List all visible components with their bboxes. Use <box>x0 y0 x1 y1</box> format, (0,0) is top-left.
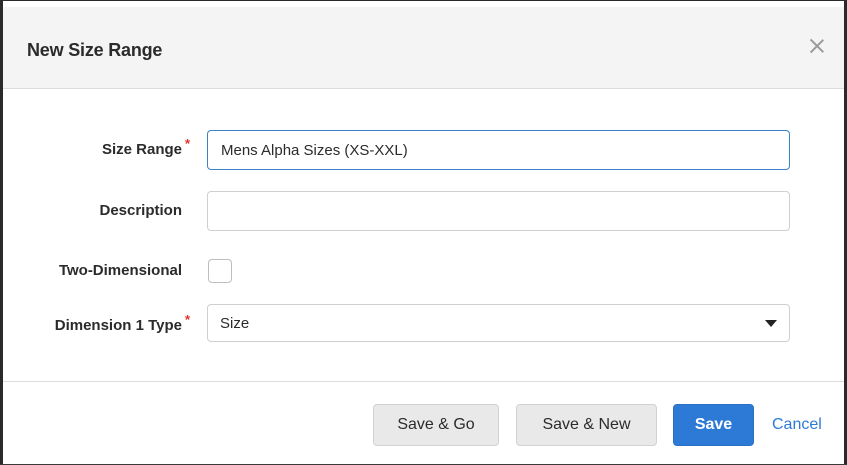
required-marker: * <box>184 312 190 327</box>
two-dimensional-checkbox[interactable] <box>208 259 232 283</box>
required-marker: * <box>184 136 190 151</box>
new-size-range-dialog: New Size Range Size Range * Description … <box>0 0 847 464</box>
dimension-1-type-row: Dimension 1 Type * Size <box>3 304 844 344</box>
size-range-label: Size Range <box>101 141 182 158</box>
dialog-title: New Size Range <box>27 40 163 60</box>
dimension-1-type-value: Size <box>220 315 250 332</box>
dialog-header: New Size Range <box>3 7 844 89</box>
save-button[interactable]: Save <box>673 404 754 446</box>
description-label: Description <box>99 202 182 219</box>
two-dimensional-label: Two-Dimensional <box>58 262 182 279</box>
close-icon[interactable] <box>808 37 826 55</box>
dialog-footer: Save & Go Save & New Save Cancel <box>3 381 844 465</box>
description-row: Description <box>3 191 844 231</box>
size-range-row: Size Range * <box>3 130 844 170</box>
cancel-link[interactable]: Cancel <box>772 416 822 434</box>
two-dimensional-row: Two-Dimensional <box>3 251 844 291</box>
caret-down-icon <box>765 320 777 327</box>
save-and-new-button[interactable]: Save & New <box>516 404 657 446</box>
size-range-input[interactable] <box>207 130 790 170</box>
dimension-1-type-label: Dimension 1 Type <box>54 317 182 334</box>
save-and-go-button[interactable]: Save & Go <box>373 404 499 446</box>
dimension-1-type-select[interactable]: Size <box>207 304 790 342</box>
description-input[interactable] <box>207 191 790 231</box>
